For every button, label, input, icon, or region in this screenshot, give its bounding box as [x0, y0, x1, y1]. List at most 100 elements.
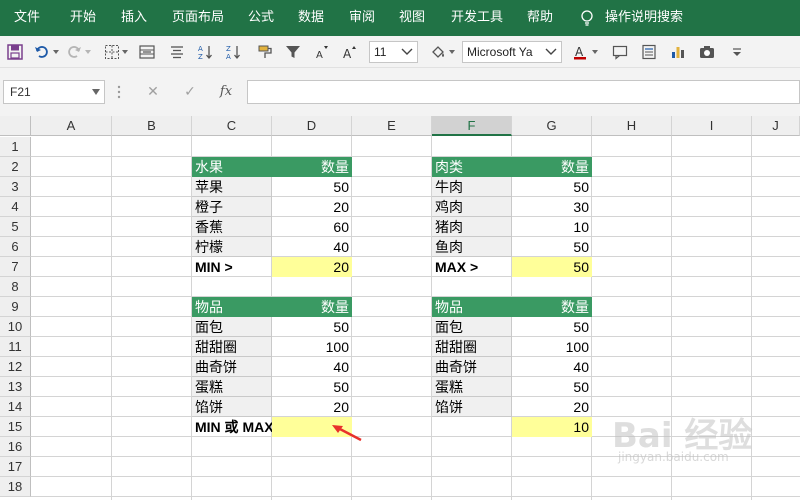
goods-left-item[interactable]: 甜甜圈	[192, 337, 272, 357]
chart-icon[interactable]	[670, 44, 686, 60]
goods-right-qty[interactable]: 40	[512, 357, 592, 377]
goods-left-qty[interactable]: 20	[272, 397, 352, 417]
goods-right-qty[interactable]: 100	[512, 337, 592, 357]
column-header-c[interactable]: C	[192, 116, 272, 136]
column-header-d[interactable]: D	[272, 116, 352, 136]
worksheet-grid[interactable]: A B C D E F G H I J 1 2 3 4 5 6 7 8 9 10…	[0, 116, 800, 500]
menu-insert[interactable]: 插入	[121, 0, 147, 36]
row-header-12[interactable]: 12	[0, 357, 31, 377]
row-header-2[interactable]: 2	[0, 157, 31, 177]
meat-header-item[interactable]: 肉类	[432, 157, 512, 177]
fruit-item[interactable]: 香蕉	[192, 217, 272, 237]
goods-right-header-item[interactable]: 物品	[432, 297, 512, 317]
row-header-6[interactable]: 6	[0, 237, 31, 257]
goods-left-item[interactable]: 面包	[192, 317, 272, 337]
row-header-3[interactable]: 3	[0, 177, 31, 197]
increase-font-icon[interactable]: A	[342, 44, 358, 60]
column-header-e[interactable]: E	[352, 116, 432, 136]
menu-help[interactable]: 帮助	[527, 0, 553, 36]
meat-header-qty[interactable]: 数量	[512, 157, 592, 177]
row-header-14[interactable]: 14	[0, 397, 31, 417]
name-box[interactable]: F21	[3, 80, 105, 104]
menu-view[interactable]: 视图	[399, 0, 425, 36]
goods-right-result-value[interactable]: 10	[512, 417, 592, 437]
camera-icon[interactable]	[699, 44, 715, 60]
insert-function-button[interactable]: fx	[216, 82, 236, 102]
row-header-8[interactable]: 8	[0, 277, 31, 297]
goods-left-qty[interactable]: 100	[272, 337, 352, 357]
fruit-result-label[interactable]: MIN >	[192, 257, 272, 277]
fruit-item[interactable]: 苹果	[192, 177, 272, 197]
menu-review[interactable]: 审阅	[349, 0, 375, 36]
fruit-header-item[interactable]: 水果	[192, 157, 272, 177]
meat-item[interactable]: 鸡肉	[432, 197, 512, 217]
formula-input[interactable]	[247, 80, 800, 104]
fruit-qty[interactable]: 60	[272, 217, 352, 237]
goods-right-header-qty[interactable]: 数量	[512, 297, 592, 317]
menu-page-layout[interactable]: 页面布局	[172, 0, 224, 36]
meat-qty[interactable]: 30	[512, 197, 592, 217]
goods-right-item[interactable]: 面包	[432, 317, 512, 337]
row-header-15[interactable]: 15	[0, 417, 31, 437]
customize-toolbar-icon[interactable]	[729, 44, 745, 60]
sort-descending-icon[interactable]: Z A	[226, 44, 242, 60]
fruit-qty[interactable]: 50	[272, 177, 352, 197]
fruit-qty[interactable]: 40	[272, 237, 352, 257]
goods-left-header-qty[interactable]: 数量	[272, 297, 352, 317]
fill-color-dropdown-icon[interactable]	[449, 50, 455, 54]
menu-data[interactable]: 数据	[298, 0, 324, 36]
form-icon[interactable]	[641, 44, 657, 60]
goods-left-header-item[interactable]: 物品	[192, 297, 272, 317]
goods-left-qty[interactable]: 40	[272, 357, 352, 377]
fruit-item[interactable]: 橙子	[192, 197, 272, 217]
column-header-f[interactable]: F	[432, 116, 512, 136]
more-options-icon[interactable]	[117, 84, 121, 100]
goods-left-qty[interactable]: 50	[272, 317, 352, 337]
menu-formulas[interactable]: 公式	[248, 0, 274, 36]
goods-left-item[interactable]: 蛋糕	[192, 377, 272, 397]
row-header-16[interactable]: 16	[0, 437, 31, 457]
column-header-g[interactable]: G	[512, 116, 592, 136]
meat-item[interactable]: 鱼肉	[432, 237, 512, 257]
undo-dropdown-icon[interactable]	[53, 50, 59, 54]
font-size-select[interactable]: 11	[369, 41, 418, 63]
row-header-7[interactable]: 7	[0, 257, 31, 277]
column-header-j[interactable]: J	[752, 116, 800, 136]
row-header-17[interactable]: 17	[0, 457, 31, 477]
column-header-h[interactable]: H	[592, 116, 672, 136]
format-painter-icon[interactable]	[257, 44, 273, 60]
goods-right-item[interactable]: 馅饼	[432, 397, 512, 417]
row-header-18[interactable]: 18	[0, 477, 31, 497]
borders-dropdown-icon[interactable]	[122, 50, 128, 54]
font-name-select[interactable]: Microsoft Ya	[462, 41, 562, 63]
lightbulb-icon[interactable]	[580, 10, 594, 26]
merge-center-icon[interactable]	[139, 44, 155, 60]
decrease-font-icon[interactable]: A	[314, 44, 330, 60]
goods-right-qty[interactable]: 50	[512, 317, 592, 337]
fill-color-icon[interactable]	[430, 44, 446, 60]
row-header-11[interactable]: 11	[0, 337, 31, 357]
redo-icon[interactable]	[66, 44, 82, 60]
row-header-9[interactable]: 9	[0, 297, 31, 317]
meat-qty[interactable]: 10	[512, 217, 592, 237]
meat-result-value[interactable]: 50	[512, 257, 592, 277]
fruit-header-qty[interactable]: 数量	[272, 157, 352, 177]
row-header-5[interactable]: 5	[0, 217, 31, 237]
column-header-b[interactable]: B	[112, 116, 192, 136]
column-header-a[interactable]: A	[31, 116, 112, 136]
goods-right-item[interactable]: 甜甜圈	[432, 337, 512, 357]
meat-qty[interactable]: 50	[512, 177, 592, 197]
row-header-4[interactable]: 4	[0, 197, 31, 217]
redo-dropdown-icon[interactable]	[85, 50, 91, 54]
menu-home[interactable]: 开始	[70, 0, 96, 36]
meat-item[interactable]: 牛肉	[432, 177, 512, 197]
tell-me-search[interactable]: 操作说明搜索	[605, 0, 683, 36]
meat-item[interactable]: 猪肉	[432, 217, 512, 237]
fruit-result-value[interactable]: 20	[272, 257, 352, 277]
row-header-10[interactable]: 10	[0, 317, 31, 337]
goods-right-item[interactable]: 蛋糕	[432, 377, 512, 397]
confirm-edit-button[interactable]: ✓	[180, 82, 200, 102]
save-icon[interactable]	[7, 44, 23, 60]
borders-icon[interactable]	[104, 44, 120, 60]
goods-right-item[interactable]: 曲奇饼	[432, 357, 512, 377]
